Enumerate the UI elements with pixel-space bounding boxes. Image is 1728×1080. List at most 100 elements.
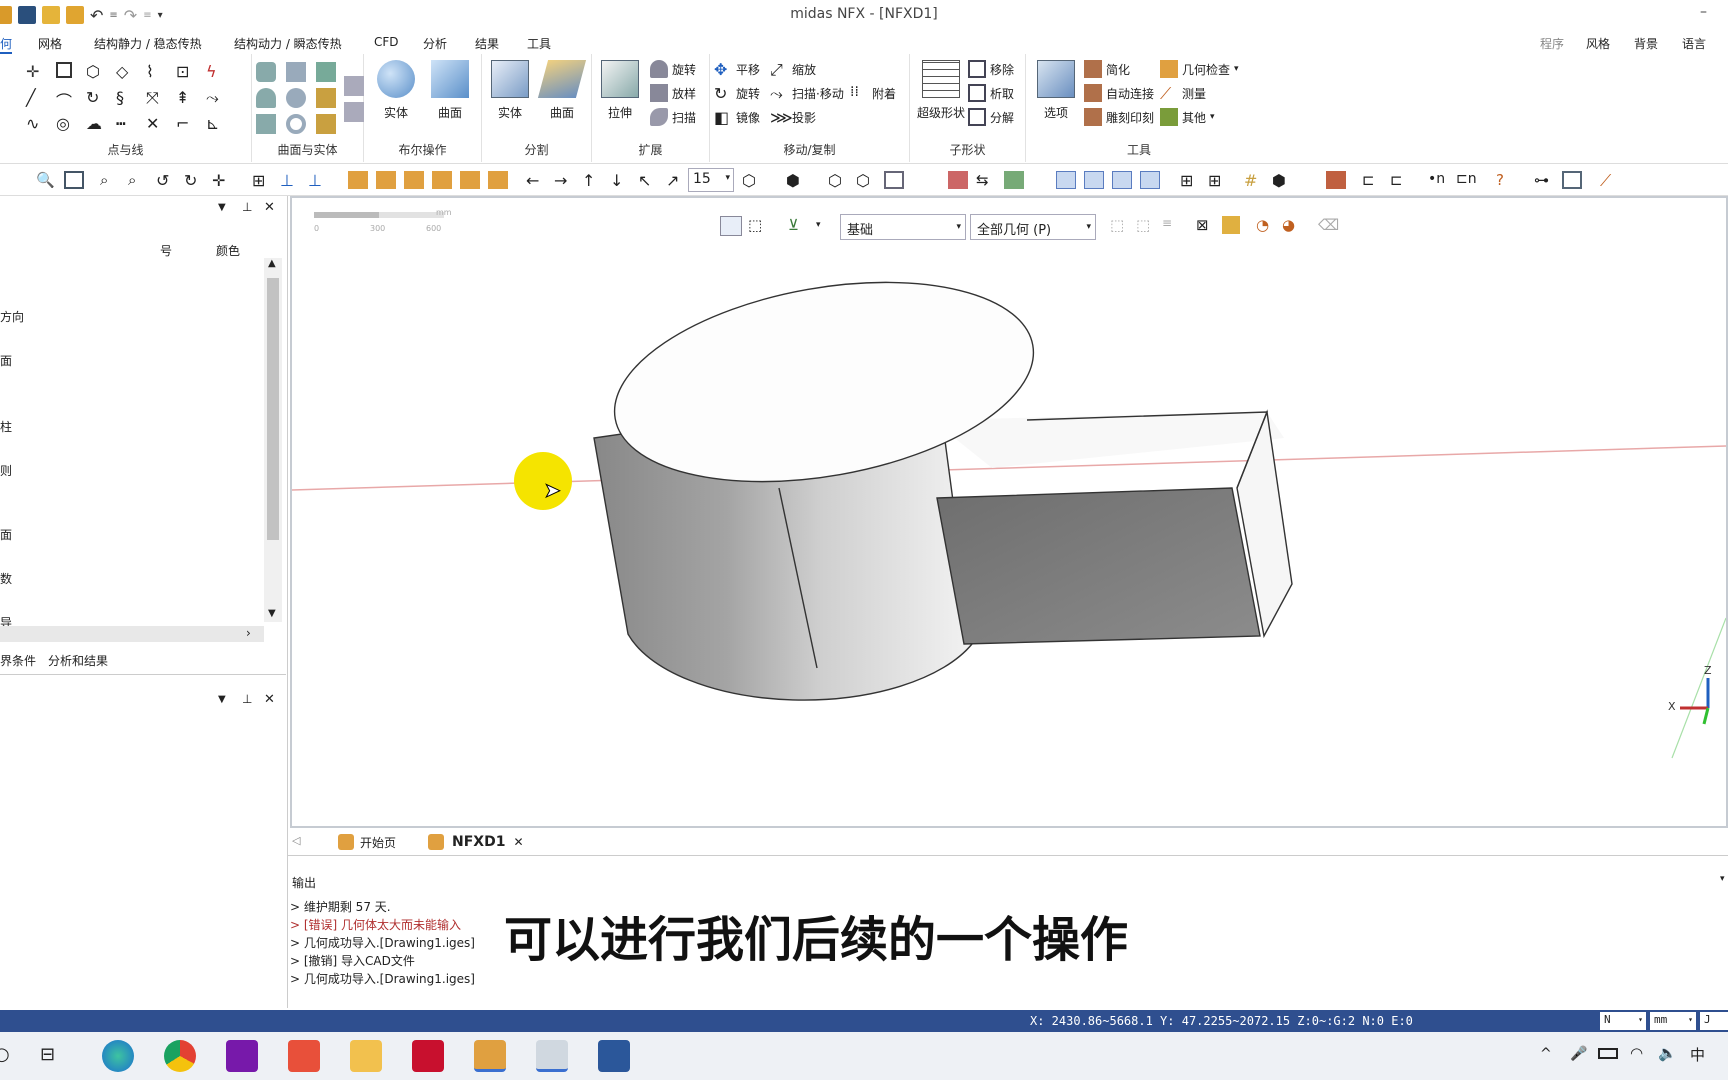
file-explorer-icon[interactable] [350, 1040, 382, 1072]
auto-connect-button[interactable]: 自动连接 [1084, 84, 1154, 102]
arc-icon[interactable]: ⌒ [56, 88, 76, 111]
tab-nfxd1[interactable]: NFXD1 ✕ [422, 830, 530, 854]
work-plane-icon[interactable] [1084, 171, 1104, 189]
label-on-icon[interactable]: •n [1428, 171, 1448, 189]
pin-icon[interactable]: ⊥ [242, 692, 252, 706]
task-view-icon[interactable]: ⊟ [40, 1044, 55, 1065]
close-icon[interactable]: ✕ [513, 835, 523, 849]
connect-icon[interactable]: ⊶ [1534, 171, 1554, 189]
zoom-dynamic-icon[interactable]: ⌕ [128, 171, 148, 189]
zoom-window-icon[interactable]: ⌕ [100, 171, 120, 189]
extract-button[interactable]: 析取 [968, 84, 1014, 102]
tree-item[interactable]: 柱 [0, 418, 12, 435]
render-mode-icon[interactable]: ⬢ [786, 171, 806, 190]
view-left-icon[interactable] [460, 171, 480, 189]
bar-icon[interactable] [1004, 171, 1024, 189]
spiral-icon[interactable]: ↻ [86, 88, 106, 108]
curve-frame-icon[interactable]: ⊡ [176, 62, 196, 82]
view-front-icon[interactable] [376, 171, 396, 189]
sphere-icon[interactable] [286, 88, 306, 108]
onenote-icon[interactable] [226, 1040, 258, 1072]
view-back-icon[interactable] [488, 171, 508, 189]
scrollbar-thumb[interactable] [267, 278, 279, 540]
tab-boundary-conditions[interactable]: 界条件 [0, 652, 36, 669]
grid-icon[interactable]: ⊞ [252, 171, 272, 190]
spline-icon[interactable]: ∿ [26, 114, 46, 134]
model-viewport[interactable]: 0 300 600 mm ⬚ ⊻ ▾ 基础 ▾ 全部几何 (P) ▾ ⬚ ⬚ ≡… [290, 196, 1728, 828]
wps-icon[interactable] [288, 1040, 320, 1072]
boolean-surface-button[interactable]: 曲面 [424, 60, 476, 121]
tab-results[interactable]: 结果 [475, 35, 499, 52]
tray-expand-icon[interactable]: ^ [1540, 1046, 1552, 1062]
tab-analysis[interactable]: 分析 [423, 35, 447, 52]
menu-background[interactable]: 背景 [1634, 35, 1658, 52]
image-icon[interactable] [1562, 171, 1582, 189]
view-iso-icon[interactable] [348, 171, 368, 189]
sweep-move-button[interactable]: ⤳ 扫描·移动 [770, 84, 844, 103]
view-top-icon[interactable] [404, 171, 424, 189]
lightning-icon[interactable]: ϟ [206, 62, 226, 82]
simplify-button[interactable]: 简化 [1084, 60, 1130, 78]
angle-step-select[interactable]: 15 ▾ [688, 168, 734, 192]
pin-icon[interactable]: ⊥ [242, 200, 252, 214]
offset-icon[interactable]: ⇞ [176, 88, 196, 108]
display-mode-icon[interactable]: ⬡ [742, 171, 762, 190]
torus-icon[interactable] [286, 114, 306, 134]
diamond-icon[interactable]: ◇ [116, 62, 136, 82]
box-icon[interactable] [286, 62, 306, 82]
wedge-icon[interactable] [316, 88, 336, 108]
polyline-icon[interactable]: ⌇ [146, 62, 166, 82]
microphone-icon[interactable]: 🎤 [1570, 1046, 1587, 1062]
rectangle-icon[interactable] [56, 62, 72, 78]
sweep-button[interactable]: 扫描 [650, 108, 696, 126]
decompose-button[interactable]: 分解 [968, 108, 1014, 126]
scale-button[interactable]: ⤢ 缩放 [770, 60, 816, 79]
volume-icon[interactable]: 🔈 [1658, 1044, 1677, 1062]
tab-structural-dynamic[interactable]: 结构动力 / 瞬态传热 [234, 35, 342, 52]
other-button[interactable]: 其他 ▾ [1160, 108, 1215, 126]
close-icon[interactable]: ✕ [264, 692, 275, 707]
surface-mesh-icon[interactable] [344, 102, 364, 122]
column-header-number[interactable]: 号 [160, 242, 172, 259]
sweep-curve-icon[interactable]: ⤳ [206, 88, 226, 108]
arrow-up-icon[interactable]: ↑ [582, 171, 602, 190]
zoom-icon[interactable]: 🔍 [36, 171, 56, 189]
geometry-check-button[interactable]: 几何检查 ▾ [1160, 60, 1239, 78]
edge-icon[interactable] [102, 1040, 134, 1072]
scroll-up-icon[interactable]: ▲ [268, 258, 276, 269]
polygon-icon[interactable]: ⬡ [86, 62, 106, 82]
measure-button[interactable]: ⟋ 测量 [1160, 84, 1206, 103]
minimize-icon[interactable]: – [1700, 4, 1707, 20]
intersect-curve-icon[interactable]: ⤧ [146, 88, 166, 108]
axis-2-icon[interactable]: ⊥ [308, 171, 328, 190]
tab-analysis-results[interactable]: 分析和结果 [48, 652, 108, 669]
polyhedron-icon[interactable] [316, 114, 336, 134]
super-shape-button[interactable]: 超级形状 [912, 60, 970, 121]
node-2-icon[interactable]: ⊏ [1390, 171, 1410, 189]
tree-item[interactable]: 方向 [0, 308, 24, 325]
chrome-icon[interactable] [164, 1040, 196, 1072]
column-header-color[interactable]: 颜色 [216, 242, 240, 259]
scroll-right-icon[interactable]: › [246, 626, 251, 640]
wcs-icon[interactable] [1112, 171, 1132, 189]
scroll-down-icon[interactable]: ▼ [268, 608, 276, 619]
tab-tools[interactable]: 工具 [527, 35, 551, 52]
arrow-down-icon[interactable]: ↓ [610, 171, 630, 190]
surface-patch-icon[interactable] [344, 76, 364, 96]
arrow-upright-icon[interactable]: ↗ [666, 171, 686, 190]
split-solid-button[interactable]: 实体 [484, 60, 536, 121]
point-icon[interactable]: ✛ [26, 62, 46, 82]
panel-menu-icon[interactable]: ▼ [218, 202, 226, 213]
trim-icon[interactable]: ✕ [146, 114, 166, 134]
wireframe-icon[interactable]: ⬡ [856, 171, 876, 190]
energy-unit-select[interactable]: J [1700, 1012, 1728, 1030]
word-icon[interactable] [598, 1040, 630, 1072]
remove-button[interactable]: 移除 [968, 60, 1014, 78]
snap-2-icon[interactable]: ⊞ [1208, 171, 1228, 190]
midas-nfx-icon[interactable] [474, 1040, 506, 1072]
revolve-button[interactable]: 旋转 [650, 60, 696, 78]
split-surface-button[interactable]: 曲面 [536, 60, 588, 121]
autocad-icon[interactable] [412, 1040, 444, 1072]
label-off-icon[interactable]: ⊏n [1456, 171, 1477, 189]
shading-icon[interactable]: ⬡ [828, 171, 848, 190]
